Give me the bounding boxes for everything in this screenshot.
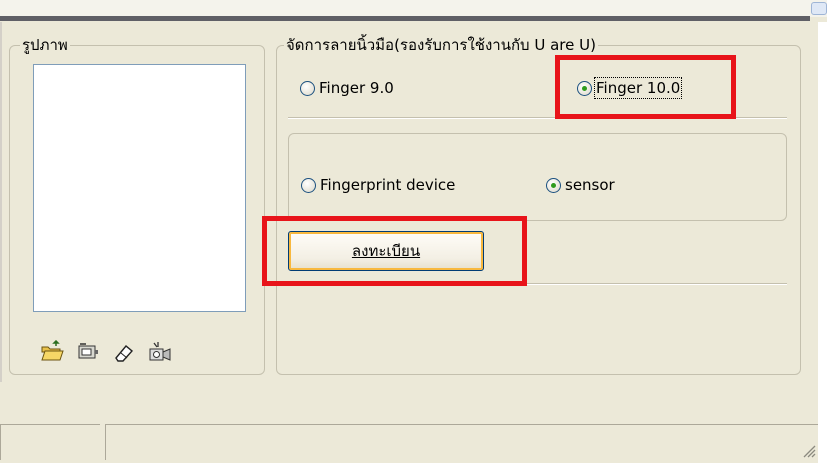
status-pane-1 — [0, 424, 100, 460]
status-pane-2 — [105, 424, 818, 460]
radio-sensor-label: sensor — [565, 176, 615, 194]
highlight-box-finger-10 — [555, 55, 736, 119]
top-border-line — [0, 16, 810, 21]
right-margin — [818, 22, 827, 463]
radio-sensor[interactable]: sensor — [546, 176, 615, 194]
fingerprint-group-legend: จัดการลายนิ้วมือ(รองรับการใช้งานกับ U ar… — [284, 36, 598, 54]
top-strip — [0, 0, 827, 17]
window-corner-button[interactable] — [811, 2, 827, 15]
left-edge — [0, 22, 2, 382]
radio-sensor-indicator[interactable] — [546, 177, 561, 193]
scanner-icon[interactable] — [76, 340, 100, 364]
radio-finger-9-label: Finger 9.0 — [319, 79, 394, 97]
open-folder-icon[interactable] — [40, 340, 64, 364]
radio-fingerprint-device-indicator[interactable] — [301, 177, 316, 193]
highlight-box-register — [262, 216, 527, 286]
radio-fingerprint-device[interactable]: Fingerprint device — [301, 176, 455, 194]
image-group-legend: รูปภาพ — [20, 36, 70, 54]
image-toolbar — [40, 340, 172, 364]
camera-icon[interactable] — [148, 340, 172, 364]
radio-finger-9[interactable]: Finger 9.0 — [300, 79, 394, 97]
radio-finger-9-indicator[interactable] — [300, 80, 315, 96]
image-preview — [33, 64, 246, 312]
resize-grip-icon[interactable] — [802, 444, 816, 458]
radio-fingerprint-device-label: Fingerprint device — [320, 176, 456, 194]
eraser-icon[interactable] — [112, 340, 136, 364]
